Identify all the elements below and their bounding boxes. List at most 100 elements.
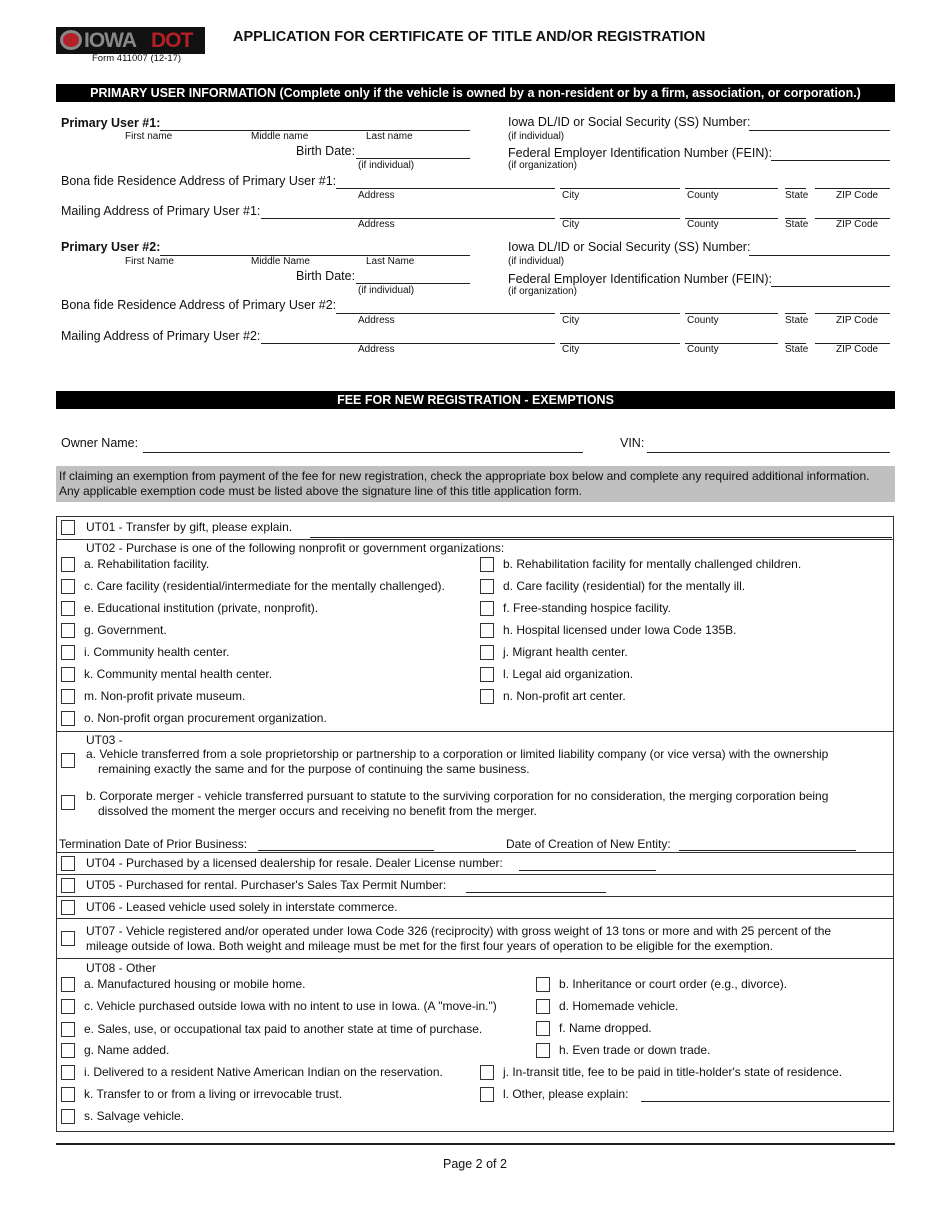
last-name-caption: Last Name	[366, 256, 415, 267]
primary-user-2-fein-field[interactable]	[771, 286, 890, 287]
first-name-caption: First Name	[125, 256, 174, 267]
primary-user-1-label: Primary User #1:	[61, 116, 161, 130]
ut02-b-checkbox[interactable]	[480, 557, 494, 572]
fein-label: Federal Employer Identification Number (…	[508, 272, 772, 286]
divider	[57, 731, 893, 732]
ut02-n-label: n. Non-profit art center.	[503, 689, 626, 703]
residence-address-2-label: Bona fide Residence Address of Primary U…	[61, 298, 337, 312]
ut03a-checkbox[interactable]	[61, 753, 75, 768]
primary-user-1-fein-field[interactable]	[771, 160, 890, 161]
other-explain-field[interactable]	[641, 1101, 890, 1102]
ut08-a-label: a. Manufactured housing or mobile home.	[84, 977, 306, 991]
exemptions-section-header: FEE FOR NEW REGISTRATION - EXEMPTIONS	[56, 391, 895, 409]
logo-swirl-icon	[60, 30, 82, 50]
termination-date-field[interactable]	[258, 850, 434, 851]
ut08-l-label: l. Other, please explain:	[503, 1087, 629, 1101]
ut08-k-checkbox[interactable]	[61, 1087, 75, 1102]
ut02-e-checkbox[interactable]	[61, 601, 75, 616]
ut06-checkbox[interactable]	[61, 900, 75, 915]
first-name-caption: First name	[125, 131, 173, 142]
ut02-h-label: h. Hospital licensed under Iowa Code 135…	[503, 623, 737, 637]
ut02-d-checkbox[interactable]	[480, 579, 494, 594]
mailing-1-address-field[interactable]	[261, 218, 555, 219]
ut03a-text-line2: remaining exactly the same and for the p…	[98, 762, 530, 776]
ut02-l-label: l. Legal aid organization.	[503, 667, 634, 681]
ut01-explain-field[interactable]	[310, 537, 892, 538]
ut05-checkbox[interactable]	[61, 878, 75, 893]
residence-2-city-field[interactable]	[560, 313, 680, 314]
owner-name-field[interactable]	[143, 452, 583, 453]
county-caption: County	[687, 315, 719, 326]
zip-caption: ZIP Code	[836, 219, 879, 230]
ut04-label: UT04 - Purchased by a licensed dealershi…	[86, 856, 503, 870]
ut03b-checkbox[interactable]	[61, 795, 75, 810]
primary-user-1-dl-ss-field[interactable]	[749, 130, 890, 131]
residence-1-zip-field[interactable]	[815, 188, 890, 189]
ut02-a-checkbox[interactable]	[61, 557, 75, 572]
ut02-f-checkbox[interactable]	[480, 601, 494, 616]
ut08-s-checkbox[interactable]	[61, 1109, 75, 1124]
residence-2-county-field[interactable]	[685, 313, 778, 314]
residence-1-city-field[interactable]	[560, 188, 680, 189]
primary-user-2-name-field[interactable]	[160, 255, 470, 256]
primary-user-1-name-field[interactable]	[160, 130, 470, 131]
ut04-checkbox[interactable]	[61, 856, 75, 871]
primary-user-2-dl-ss-field[interactable]	[749, 255, 890, 256]
ut08-heading: UT08 - Other	[86, 961, 157, 975]
ut03-heading: UT03 -	[86, 733, 123, 747]
if-individual-caption: (if individual)	[358, 285, 415, 296]
primary-user-1-birth-date-field[interactable]	[356, 158, 470, 159]
creation-date-field[interactable]	[679, 850, 856, 851]
ut08-e-label: e. Sales, use, or occupational tax paid …	[84, 1022, 483, 1036]
ut08-d-checkbox[interactable]	[536, 999, 550, 1014]
ut08-h-label: h. Even trade or down trade.	[559, 1043, 711, 1057]
ut08-j-checkbox[interactable]	[480, 1065, 494, 1080]
ut02-m-checkbox[interactable]	[61, 689, 75, 704]
ut08-c-checkbox[interactable]	[61, 999, 75, 1014]
ut08-b-checkbox[interactable]	[536, 977, 550, 992]
mailing-2-address-field[interactable]	[261, 343, 555, 344]
middle-name-caption: Middle name	[251, 131, 309, 142]
ut08-g-checkbox[interactable]	[61, 1043, 75, 1058]
ut02-o-checkbox[interactable]	[61, 711, 75, 726]
dl-note: (if individual)	[508, 131, 565, 142]
ut08-i-checkbox[interactable]	[61, 1065, 75, 1080]
ut02-b-label: b. Rehabilitation facility for mentally …	[503, 557, 802, 571]
ut02-i-checkbox[interactable]	[61, 645, 75, 660]
ut02-k-label: k. Community mental health center.	[84, 667, 273, 681]
ut02-g-checkbox[interactable]	[61, 623, 75, 638]
residence-1-county-field[interactable]	[685, 188, 778, 189]
address-caption: Address	[358, 315, 395, 326]
ut02-n-checkbox[interactable]	[480, 689, 494, 704]
residence-2-address-field[interactable]	[336, 313, 555, 314]
residence-2-zip-field[interactable]	[815, 313, 890, 314]
ut02-c-checkbox[interactable]	[61, 579, 75, 594]
residence-1-address-field[interactable]	[336, 188, 555, 189]
ut08-f-label: f. Name dropped.	[559, 1021, 652, 1035]
ut08-h-checkbox[interactable]	[536, 1043, 550, 1058]
primary-user-2-birth-date-field[interactable]	[356, 283, 470, 284]
residence-2-state-field[interactable]	[785, 313, 806, 314]
ut02-l-checkbox[interactable]	[480, 667, 494, 682]
page-title: APPLICATION FOR CERTIFICATE OF TITLE AND…	[233, 29, 706, 45]
ut02-k-checkbox[interactable]	[61, 667, 75, 682]
ut02-j-label: j. Migrant health center.	[503, 645, 628, 659]
ut08-l-checkbox[interactable]	[480, 1087, 494, 1102]
last-name-caption: Last name	[366, 131, 413, 142]
ut08-f-checkbox[interactable]	[536, 1021, 550, 1036]
ut07-checkbox[interactable]	[61, 931, 75, 946]
ut02-j-checkbox[interactable]	[480, 645, 494, 660]
ut01-checkbox[interactable]	[61, 520, 75, 535]
dealer-license-field[interactable]	[519, 870, 656, 871]
divider	[57, 896, 893, 897]
ut08-a-checkbox[interactable]	[61, 977, 75, 992]
ut07-text-line1: UT07 - Vehicle registered and/or operate…	[86, 924, 832, 938]
vin-field[interactable]	[647, 452, 890, 453]
sales-tax-permit-field[interactable]	[466, 892, 606, 893]
ut05-label: UT05 - Purchased for rental. Purchaser's…	[86, 878, 447, 892]
ut08-e-checkbox[interactable]	[61, 1022, 75, 1037]
ut02-h-checkbox[interactable]	[480, 623, 494, 638]
residence-1-state-field[interactable]	[785, 188, 806, 189]
county-caption: County	[687, 219, 719, 230]
residence-address-1-label: Bona fide Residence Address of Primary U…	[61, 174, 337, 188]
